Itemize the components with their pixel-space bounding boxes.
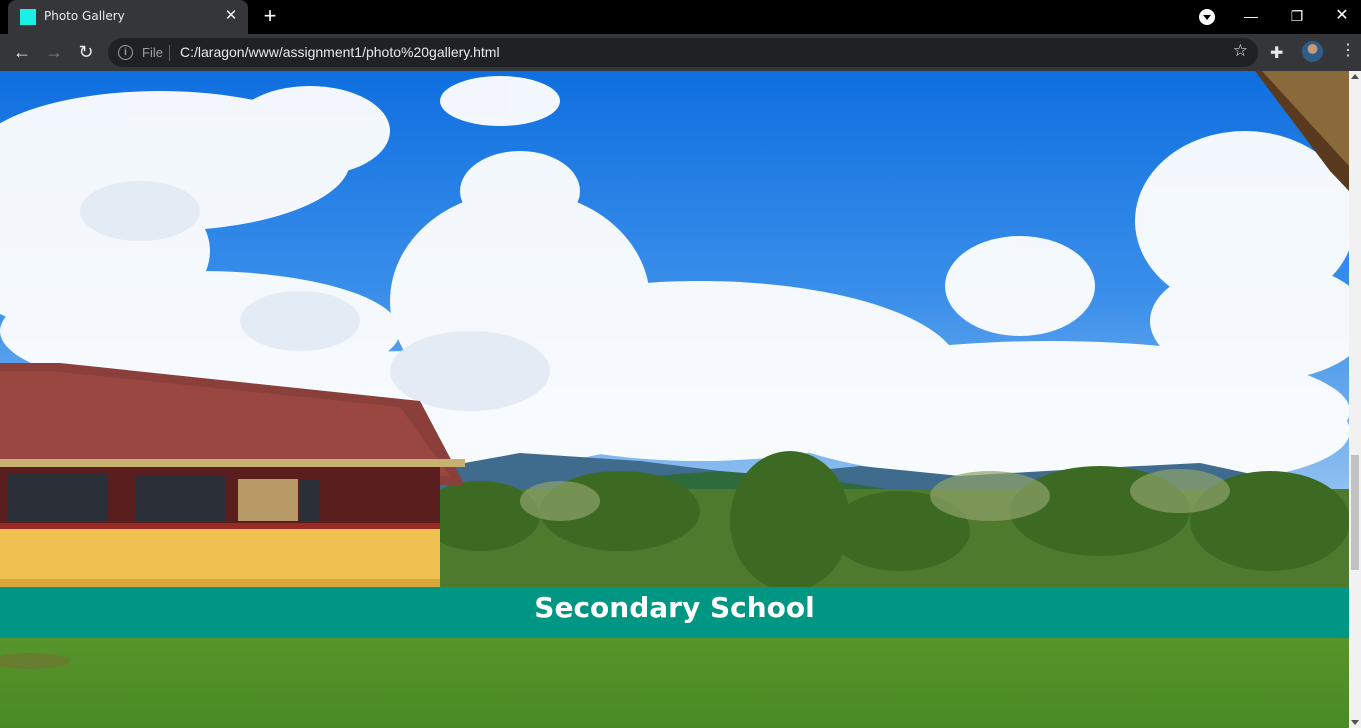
page-content: Secondary School xyxy=(0,71,1349,728)
extensions-puzzle-icon[interactable]: ✚ xyxy=(1270,43,1283,63)
scroll-up-arrow-icon[interactable] xyxy=(1351,74,1359,79)
divider xyxy=(169,45,170,61)
url-text[interactable]: C:/laragon/www/assignment1/photo%20galle… xyxy=(180,44,500,60)
tab-title: Photo Gallery xyxy=(44,9,125,23)
forward-button[interactable]: → xyxy=(42,40,66,64)
scroll-down-arrow-icon[interactable] xyxy=(1351,720,1359,725)
scrollbar-thumb[interactable] xyxy=(1351,455,1359,570)
tab-search-icon[interactable] xyxy=(1199,9,1215,25)
back-button[interactable]: ← xyxy=(10,40,34,64)
new-tab-button[interactable]: + xyxy=(258,5,282,29)
info-icon[interactable]: i xyxy=(118,45,133,60)
scheme-label: File xyxy=(142,45,163,60)
close-tab-icon[interactable]: ✕ xyxy=(222,7,240,25)
minimize-button[interactable]: — xyxy=(1236,0,1266,34)
bookmark-star-icon[interactable]: ☆ xyxy=(1233,41,1248,61)
favicon-icon xyxy=(20,9,36,25)
photo-caption-bar: Secondary School xyxy=(0,587,1349,638)
browser-tab[interactable]: Photo Gallery ✕ xyxy=(8,0,248,34)
close-window-button[interactable]: ✕ xyxy=(1327,0,1357,34)
tab-strip: Photo Gallery ✕ + — ❐ ✕ xyxy=(0,0,1361,34)
profile-avatar[interactable] xyxy=(1302,41,1323,62)
restore-button[interactable]: ❐ xyxy=(1282,0,1312,34)
vertical-scrollbar[interactable] xyxy=(1349,71,1361,728)
address-bar[interactable]: i File C:/laragon/www/assignment1/photo%… xyxy=(108,38,1258,67)
menu-kebab-icon[interactable]: ⋮ xyxy=(1340,41,1356,61)
browser-toolbar: ← → ↻ i File C:/laragon/www/assignment1/… xyxy=(0,34,1361,71)
photo-caption: Secondary School xyxy=(534,591,815,624)
reload-button[interactable]: ↻ xyxy=(74,40,98,64)
